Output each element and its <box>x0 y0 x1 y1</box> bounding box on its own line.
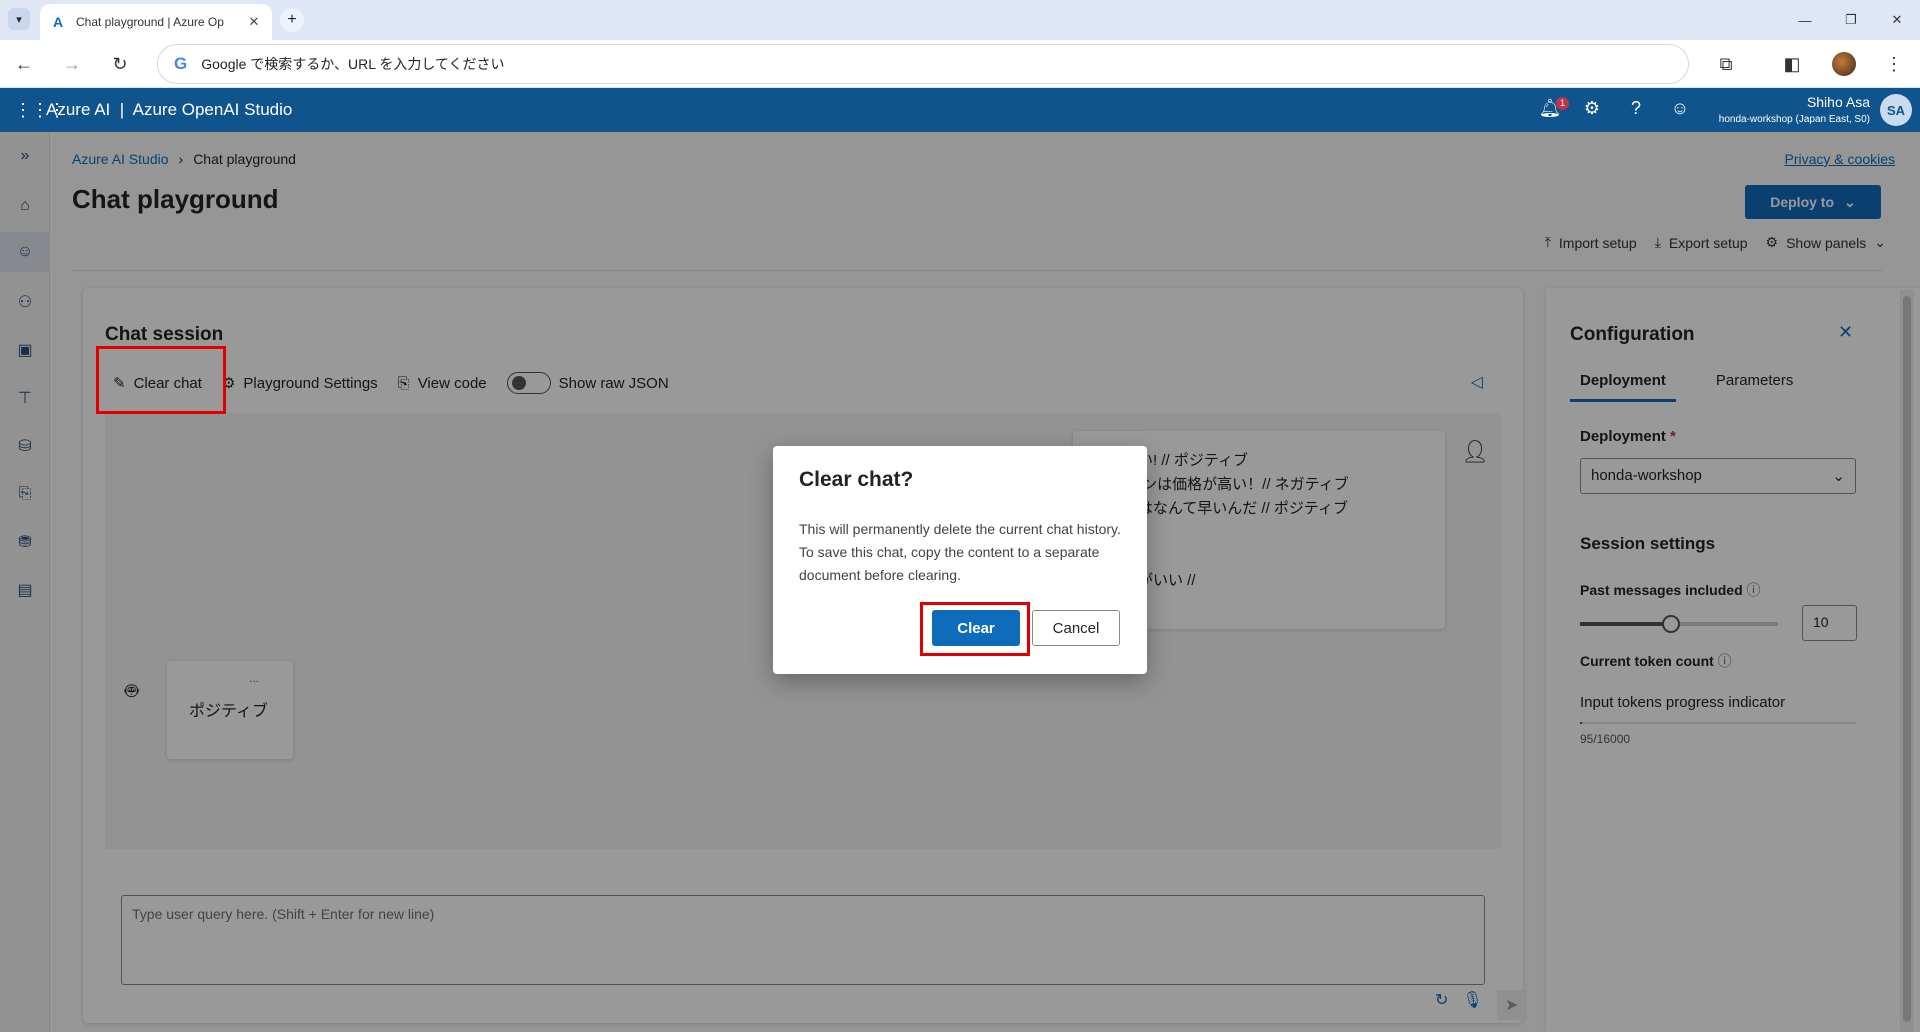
azure-favicon-icon: A <box>52 14 64 30</box>
minimize-icon[interactable]: — <box>1782 0 1828 40</box>
cancel-button[interactable]: Cancel <box>1032 610 1120 646</box>
forward-icon[interactable]: → <box>60 52 84 76</box>
feedback-smiley-icon[interactable]: ☺ <box>1668 98 1692 122</box>
app-brand[interactable]: Azure AI | Azure OpenAI Studio <box>46 100 292 120</box>
notification-badge: 1 <box>1556 97 1569 110</box>
user-avatar[interactable]: SA <box>1880 94 1912 126</box>
user-resource: honda-workshop (Japan East, S0) <box>1718 114 1870 125</box>
side-panel-icon[interactable]: ◧ <box>1780 52 1804 76</box>
browser-tab-bar: ▾ A Chat playground | Azure Op ✕ + — ❐ ✕ <box>0 0 1920 40</box>
highlight-clear-chat <box>96 346 226 414</box>
browser-menu-icon[interactable]: ⋮ <box>1882 52 1906 76</box>
extensions-icon[interactable]: ⧉ <box>1714 52 1738 76</box>
back-icon[interactable]: ← <box>12 52 36 76</box>
address-bar[interactable]: G Google で検索するか、URL を入力してください <box>157 44 1689 84</box>
reload-icon[interactable]: ↻ <box>108 52 132 76</box>
browser-toolbar: ← → ↻ G Google で検索するか、URL を入力してください ⧉ ◧ … <box>0 40 1920 88</box>
profile-avatar[interactable] <box>1832 52 1856 76</box>
tab-close-icon[interactable]: ✕ <box>246 14 262 30</box>
highlight-clear-button <box>920 602 1030 656</box>
tab-title: Chat playground | Azure Op <box>76 15 224 29</box>
restore-icon[interactable]: ❐ <box>1828 0 1874 40</box>
address-placeholder: Google で検索するか、URL を入力してください <box>201 56 505 72</box>
tab-search-button[interactable]: ▾ <box>8 8 30 30</box>
new-tab-button[interactable]: + <box>280 8 304 32</box>
dialog-title: Clear chat? <box>799 468 914 491</box>
dialog-body: This will permanently delete the current… <box>799 521 1121 583</box>
gear-icon[interactable]: ⚙ <box>1580 98 1604 122</box>
google-icon: G <box>174 54 188 73</box>
user-name[interactable]: Shiho Asa <box>1807 94 1870 110</box>
window-close-icon[interactable]: ✕ <box>1874 0 1920 40</box>
help-icon[interactable]: ? <box>1624 98 1648 122</box>
azure-header: ⋮⋮⋮ Azure AI | Azure OpenAI Studio 🔔︎ 1 … <box>0 88 1920 132</box>
browser-tab[interactable]: A Chat playground | Azure Op ✕ <box>40 4 272 40</box>
